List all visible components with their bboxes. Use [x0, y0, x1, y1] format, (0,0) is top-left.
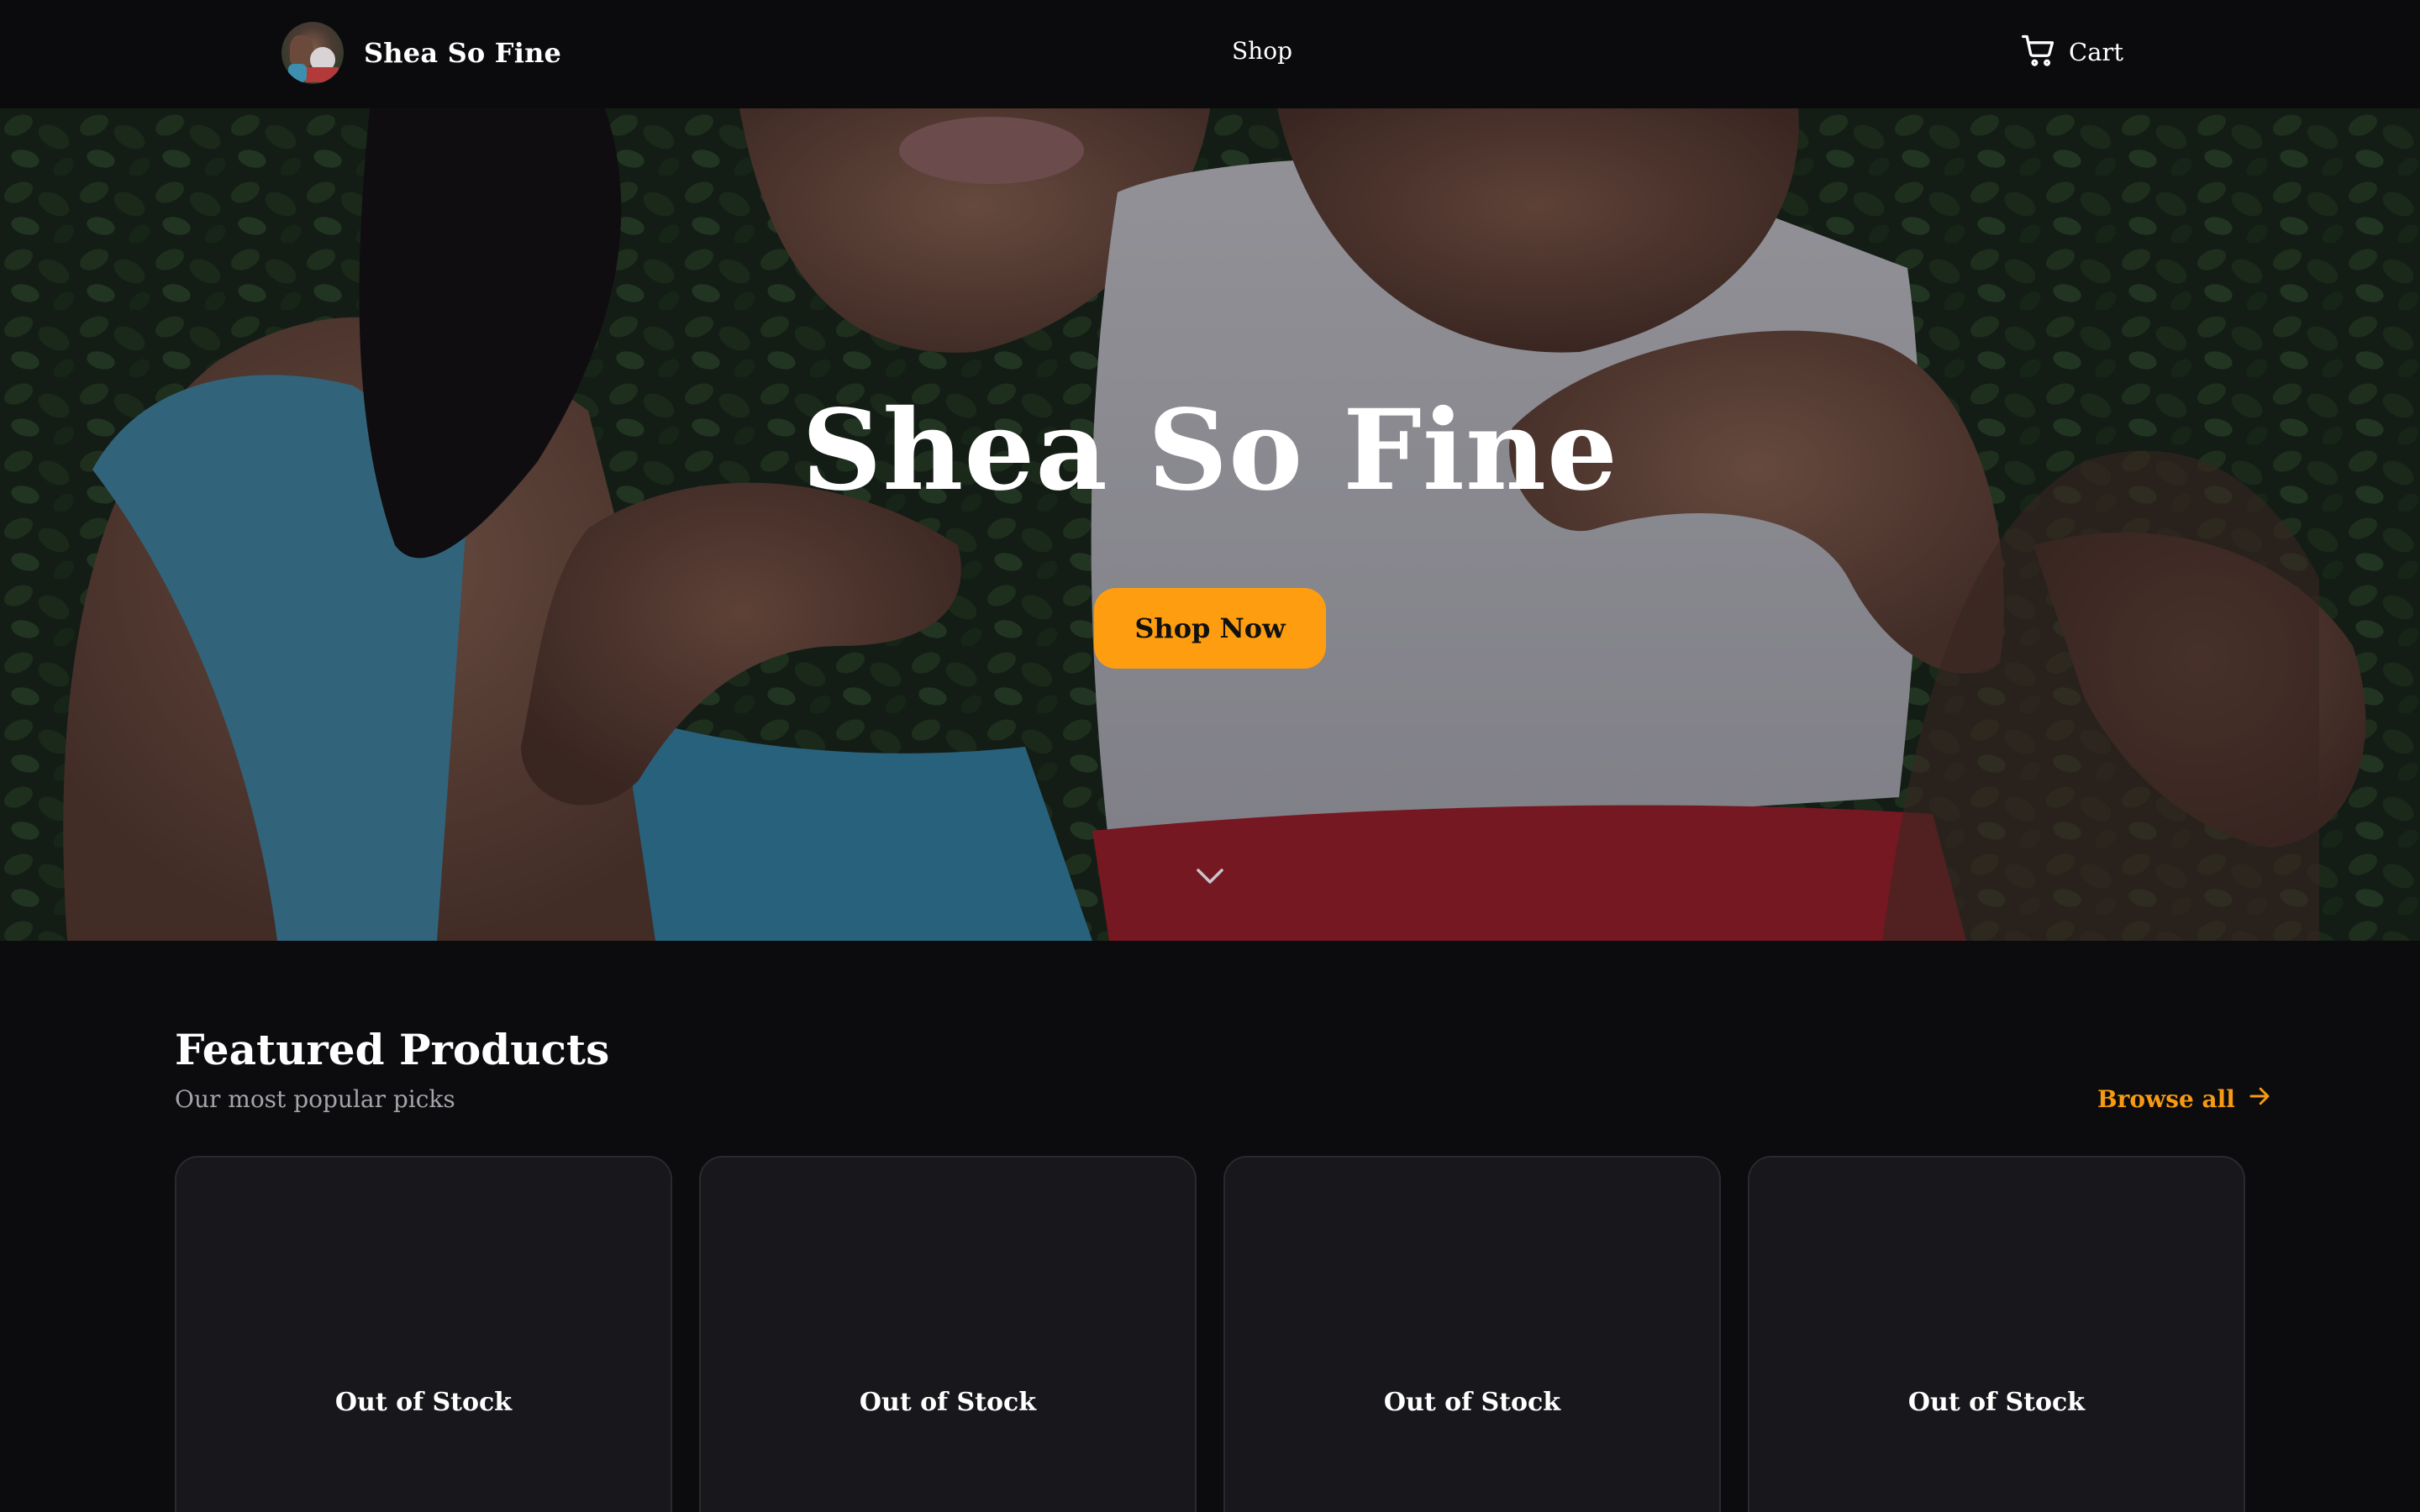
brand-home-link[interactable]: Shea So Fine — [281, 22, 561, 84]
product-card[interactable]: Out of Stock — [175, 1156, 672, 1512]
arrow-right-icon — [2235, 1084, 2272, 1115]
out-of-stock-label: Out of Stock — [1907, 1388, 2086, 1417]
out-of-stock-label: Out of Stock — [334, 1388, 513, 1417]
product-card[interactable]: Out of Stock — [699, 1156, 1197, 1512]
hero-overlay — [0, 108, 2420, 941]
product-grid: Out of Stock Out of Stock Out of Stock O… — [175, 1156, 2245, 1512]
featured-products-subtitle: Our most popular picks — [175, 1085, 455, 1113]
out-of-stock-label: Out of Stock — [859, 1388, 1037, 1417]
brand-name: Shea So Fine — [364, 37, 562, 69]
hero-title: Shea So Fine — [802, 386, 1618, 516]
browse-all-link[interactable]: Browse all — [2097, 1084, 2272, 1115]
out-of-stock-label: Out of Stock — [1383, 1388, 1561, 1417]
featured-products-title: Featured Products — [175, 1025, 610, 1074]
nav-shop-link[interactable]: Shop — [1232, 37, 1292, 65]
cart-icon — [2020, 32, 2057, 72]
cart-label: Cart — [2069, 38, 2123, 66]
chevron-down-icon[interactable] — [1193, 863, 1227, 890]
product-card[interactable]: Out of Stock — [1748, 1156, 2245, 1512]
product-card[interactable]: Out of Stock — [1223, 1156, 1721, 1512]
brand-avatar — [281, 22, 344, 84]
cart-button[interactable]: Cart — [2020, 32, 2123, 72]
hero-banner: Shea So Fine Shop Now — [0, 108, 2420, 941]
shop-now-button[interactable]: Shop Now — [1094, 588, 1326, 669]
site-header: Shea So Fine Shop Cart — [0, 0, 2420, 108]
browse-all-label: Browse all — [2097, 1085, 2235, 1113]
